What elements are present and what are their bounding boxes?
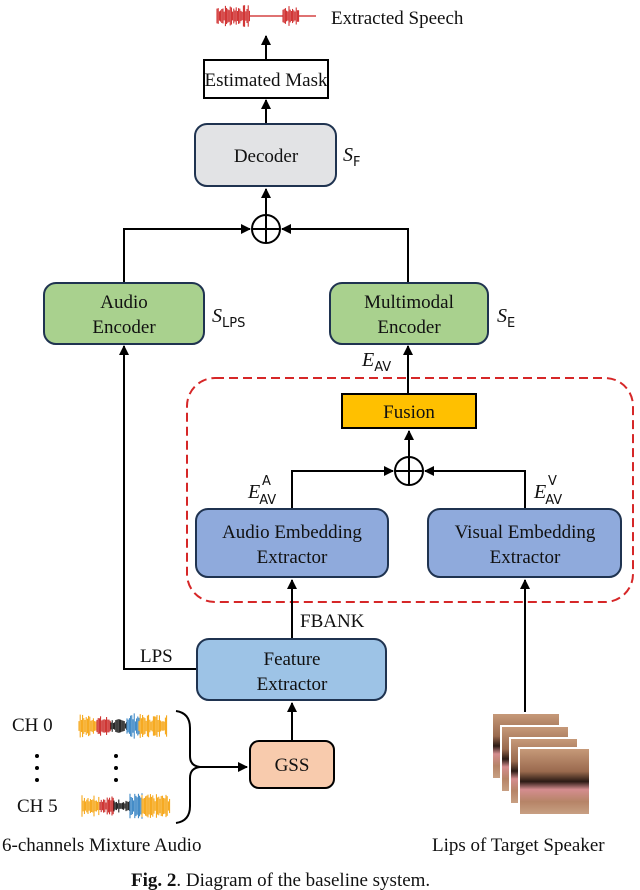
extracted-speech-waveform-icon	[216, 5, 316, 27]
arrow-audio-encoder-to-sum	[123, 224, 251, 283]
audio-embedding-extractor-label-line2: Extractor	[257, 547, 328, 568]
audio-encoder-label-line1: Audio	[100, 292, 148, 313]
multimodal-encoder-label-line2: Encoder	[377, 317, 441, 338]
estimated-mask-label: Estimated Mask	[205, 70, 328, 91]
channel-0-waveform-icon	[78, 713, 168, 739]
e-av-label: EAV	[361, 349, 391, 375]
e-av-a-superscript: A	[262, 474, 271, 489]
gss-label: GSS	[275, 755, 310, 776]
channel-ellipsis-left	[35, 754, 39, 782]
fusion-label: Fusion	[383, 402, 435, 423]
lips-label: Lips of Target Speaker	[432, 835, 605, 856]
audio-encoder-symbol: SLPS	[212, 305, 245, 331]
channel-brace-icon	[175, 710, 201, 824]
lip-frames-image	[491, 712, 591, 816]
lip-frame-4	[518, 747, 591, 816]
visual-embedding-extractor-label-line1: Visual Embedding	[455, 522, 596, 543]
channel-5-waveform-icon	[81, 793, 171, 819]
multimodal-encoder-label-line1: Multimodal	[364, 292, 454, 313]
figure-caption: Fig. 2. Diagram of the baseline system.	[131, 870, 430, 890]
channel-ellipsis-right	[114, 754, 118, 782]
channel-0-label: CH 0	[12, 715, 53, 736]
arrow-lps-to-audio-encoder	[119, 345, 197, 670]
audio-embedding-extractor-label-line1: Audio Embedding	[222, 522, 362, 543]
channel-5-label: CH 5	[17, 796, 58, 817]
baseline-system-diagram: Extracted Speech Estimated Mask Decoder …	[2, 5, 634, 890]
arrow-visual-embedding-to-sum	[424, 466, 526, 509]
arrow-audio-embedding-to-sum	[291, 466, 394, 509]
decoder-symbol: SF	[343, 144, 360, 170]
extracted-speech-label: Extracted Speech	[331, 8, 464, 29]
arrow-multimodal-encoder-to-sum	[281, 224, 409, 283]
feature-extractor-label-line1: Feature	[264, 649, 321, 670]
multimodal-encoder-symbol: SE	[497, 305, 515, 331]
feature-extractor-label-line2: Extractor	[257, 674, 328, 695]
fbank-label: FBANK	[300, 611, 365, 632]
mixture-audio-label: 6-channels Mixture Audio	[2, 835, 201, 856]
visual-embedding-extractor-label-line2: Extractor	[490, 547, 561, 568]
decoder-label: Decoder	[234, 146, 299, 167]
e-av-v-superscript: V	[548, 474, 557, 489]
lps-label: LPS	[140, 646, 173, 667]
audio-encoder-label-line2: Encoder	[92, 317, 156, 338]
